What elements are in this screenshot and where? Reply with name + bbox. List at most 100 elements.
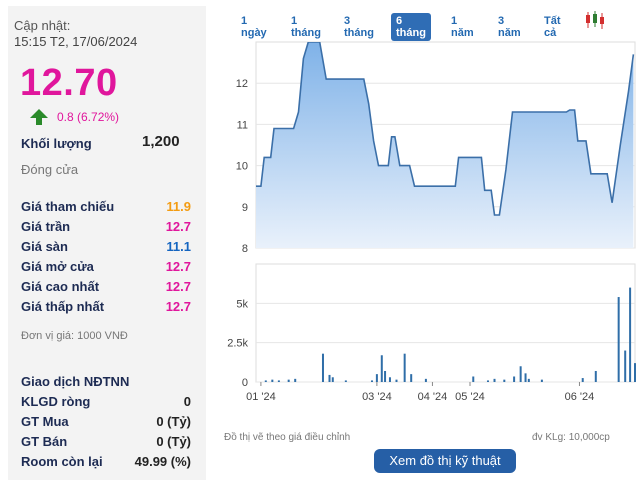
x-tick-label: 04 '24 [418,391,448,403]
updated-time: 15:15 T2, 17/06/2024 [14,34,138,49]
current-price: 12.70 [20,62,118,104]
volume-bar [277,380,280,382]
price-row-value: 12.7 [165,219,191,234]
volume-bar [629,287,632,382]
x-tick-label: 05 '24 [455,391,485,403]
price-row-label: Giá sàn [21,239,68,254]
volume-bar [634,363,636,382]
volume-bar [388,377,391,382]
volume-plot-area [255,263,636,383]
foreign-row-value: 49.99 (%) [134,454,191,469]
volume-bar [384,370,387,382]
volume-bar [344,380,347,382]
range-tab[interactable]: Tất cả [539,13,566,41]
price-row-value: 12.7 [165,259,191,274]
volume-label: Khối lượng [21,136,92,151]
foreign-row: Room còn lại 49.99 (%) [21,454,191,472]
price-row: Giá sàn 11.1 [21,239,191,257]
close-label: Đóng cửa [21,162,79,177]
volume-bar [519,366,522,382]
updated-label: Cập nhật: [14,18,71,33]
price-y-tick: 11 [237,119,248,131]
price-row-value: 12.7 [165,279,191,294]
price-row: Giá trần 12.7 [21,219,191,237]
volume-bar [410,374,413,382]
price-row: Giá mở cửa 12.7 [21,259,191,277]
price-row: Giá tham chiếu 11.9 [21,199,191,217]
volume-bar [513,376,516,382]
up-arrow-icon [30,109,48,125]
volume-bar [271,379,274,382]
volume-bar [375,374,378,382]
volume-bar [527,378,530,382]
foreign-row-label: Giao dịch NĐTNN [21,374,130,389]
range-tab[interactable]: 1 tháng [286,13,326,41]
volume-bar [395,379,398,382]
price-row-label: Giá cao nhất [21,279,100,294]
price-row: Giá cao nhất 12.7 [21,279,191,297]
volume-bar [403,353,406,382]
price-row-label: Giá mở cửa [21,259,94,274]
foreign-row-label: KLGD ròng [21,394,91,409]
volume-bar [540,379,543,382]
volume-bar [594,370,597,382]
foreign-row-value: 0 [183,394,191,409]
foreign-row-label: GT Bán [21,434,68,449]
range-tab[interactable]: 3 năm [493,13,526,41]
volume-bar [424,378,427,382]
volume-bar [624,350,627,382]
chart-note-right: đv KLg: 10,000cp [532,432,610,443]
chart-note-left: Đồ thị vẽ theo giá điều chỉnh [224,432,351,443]
volume-bar [287,379,290,382]
volume-bar [581,378,584,382]
volume-bar [524,373,527,382]
foreign-row-value: 0 (Tỷ) [156,434,191,449]
x-tick-label: 03 '24 [362,391,392,403]
price-row-value: 12.7 [165,299,191,314]
volume-y-tick: 0 [242,377,248,389]
price-row-label: Giá thấp nhất [21,299,105,314]
foreign-row-value: 0 (Tỷ) [156,414,191,429]
price-row-label: Giá trần [21,219,71,234]
price-row-label: Giá tham chiếu [21,199,115,214]
price-y-tick: 12 [236,78,248,90]
foreign-row: KLGD ròng 0 [21,394,191,412]
price-y-tick: 10 [236,161,248,173]
volume-bar [617,297,620,382]
volume-bar [294,378,297,382]
volume-y-tick: 2.5k [227,338,248,350]
price-row-value: 11.1 [166,239,191,254]
volume-bar [380,355,383,382]
volume-value: 1,200 [142,133,180,150]
price-y-tick: 8 [242,243,248,255]
price-row-value: 11.9 [166,199,191,214]
volume-bar [472,376,475,382]
volume-bar [264,380,267,382]
range-tab[interactable]: 1 ngày [236,13,272,41]
volume-bar [486,380,489,382]
price-y-tick: 9 [242,202,248,214]
unit-note: Đơn vị giá: 1000 VNĐ [21,330,128,342]
volume-y-tick: 5k [236,298,248,310]
technical-chart-button[interactable]: Xem đồ thị kỹ thuật [374,449,516,473]
foreign-row: Giao dịch NĐTNN [21,374,191,392]
volume-bar [503,379,506,382]
price-change: 0.8 (6.72%) [57,110,120,124]
volume-bar [370,380,373,382]
foreign-row-label: Room còn lại [21,454,103,469]
foreign-row: GT Mua 0 (Tỷ) [21,414,191,432]
volume-bar [493,378,496,382]
volume-bar [328,374,331,382]
foreign-row: GT Bán 0 (Tỷ) [21,434,191,452]
price-volume-chart: 12 11 10 9 8 5k 2.5k 0 01 '24 03 '24 04 '24 05 '24 0… [227,41,636,403]
x-tick-label: 06 '24 [565,391,595,403]
foreign-row-label: GT Mua [21,414,69,429]
candlestick-chart-icon[interactable] [584,10,606,30]
range-tab[interactable]: 3 tháng [339,13,379,41]
range-tab[interactable]: 1 năm [446,13,479,41]
volume-bar [331,377,334,382]
price-row: Giá thấp nhất 12.7 [21,299,191,317]
range-tab[interactable]: 6 tháng [391,13,431,41]
x-tick-label: 01 '24 [246,391,276,403]
volume-bar [321,353,324,382]
